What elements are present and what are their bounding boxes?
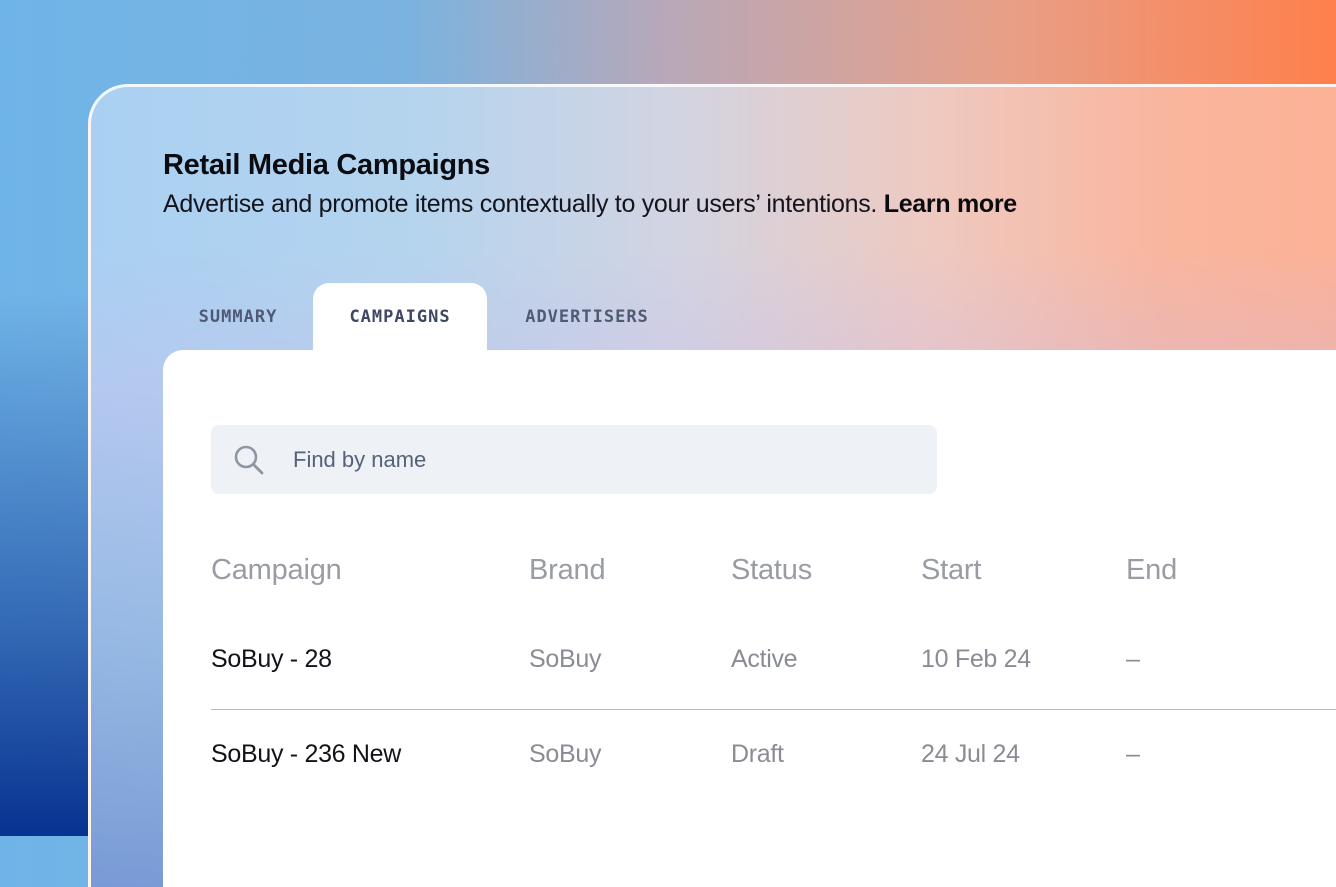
tab-summary[interactable]: SUMMARY bbox=[163, 283, 313, 350]
cell-start: 10 Feb 24 bbox=[921, 645, 1031, 673]
cell-status: Draft bbox=[731, 740, 784, 768]
learn-more-link[interactable]: Learn more bbox=[884, 190, 1017, 218]
tab-campaigns[interactable]: CAMPAIGNS bbox=[313, 283, 487, 350]
cell-status: Active bbox=[731, 645, 798, 673]
column-header-start[interactable]: Start bbox=[921, 554, 981, 587]
page-title: Retail Media Campaigns bbox=[163, 149, 490, 181]
table-row[interactable]: SoBuy - 28 SoBuy Active 10 Feb 24 – bbox=[211, 615, 1336, 710]
column-header-end[interactable]: End bbox=[1126, 554, 1177, 587]
column-header-brand[interactable]: Brand bbox=[529, 554, 606, 587]
search-box[interactable] bbox=[211, 425, 937, 494]
column-header-campaign[interactable]: Campaign bbox=[211, 554, 342, 587]
cell-campaign: SoBuy - 236 New bbox=[211, 740, 402, 768]
subtitle-text: Advertise and promote items contextually… bbox=[163, 190, 878, 218]
cell-end: – bbox=[1126, 740, 1140, 768]
tab-advertisers[interactable]: ADVERTISERS bbox=[487, 283, 687, 350]
page-subtitle: Advertise and promote items contextually… bbox=[163, 190, 1017, 219]
search-input[interactable] bbox=[291, 445, 895, 474]
app-window: Retail Media Campaigns Advertise and pro… bbox=[88, 84, 1336, 887]
cell-campaign: SoBuy - 28 bbox=[211, 645, 332, 673]
cell-end: – bbox=[1126, 645, 1140, 673]
column-header-status[interactable]: Status bbox=[731, 554, 812, 587]
table-row[interactable]: SoBuy - 236 New SoBuy Draft 24 Jul 24 – bbox=[211, 710, 1336, 804]
cell-brand: SoBuy bbox=[529, 740, 602, 768]
campaigns-panel: Campaign Brand Status Start End SoBuy - … bbox=[163, 350, 1336, 887]
search-icon bbox=[234, 445, 264, 474]
cell-start: 24 Jul 24 bbox=[921, 740, 1020, 768]
cell-brand: SoBuy bbox=[529, 645, 602, 673]
tab-bar: SUMMARY CAMPAIGNS ADVERTISERS bbox=[163, 283, 687, 350]
